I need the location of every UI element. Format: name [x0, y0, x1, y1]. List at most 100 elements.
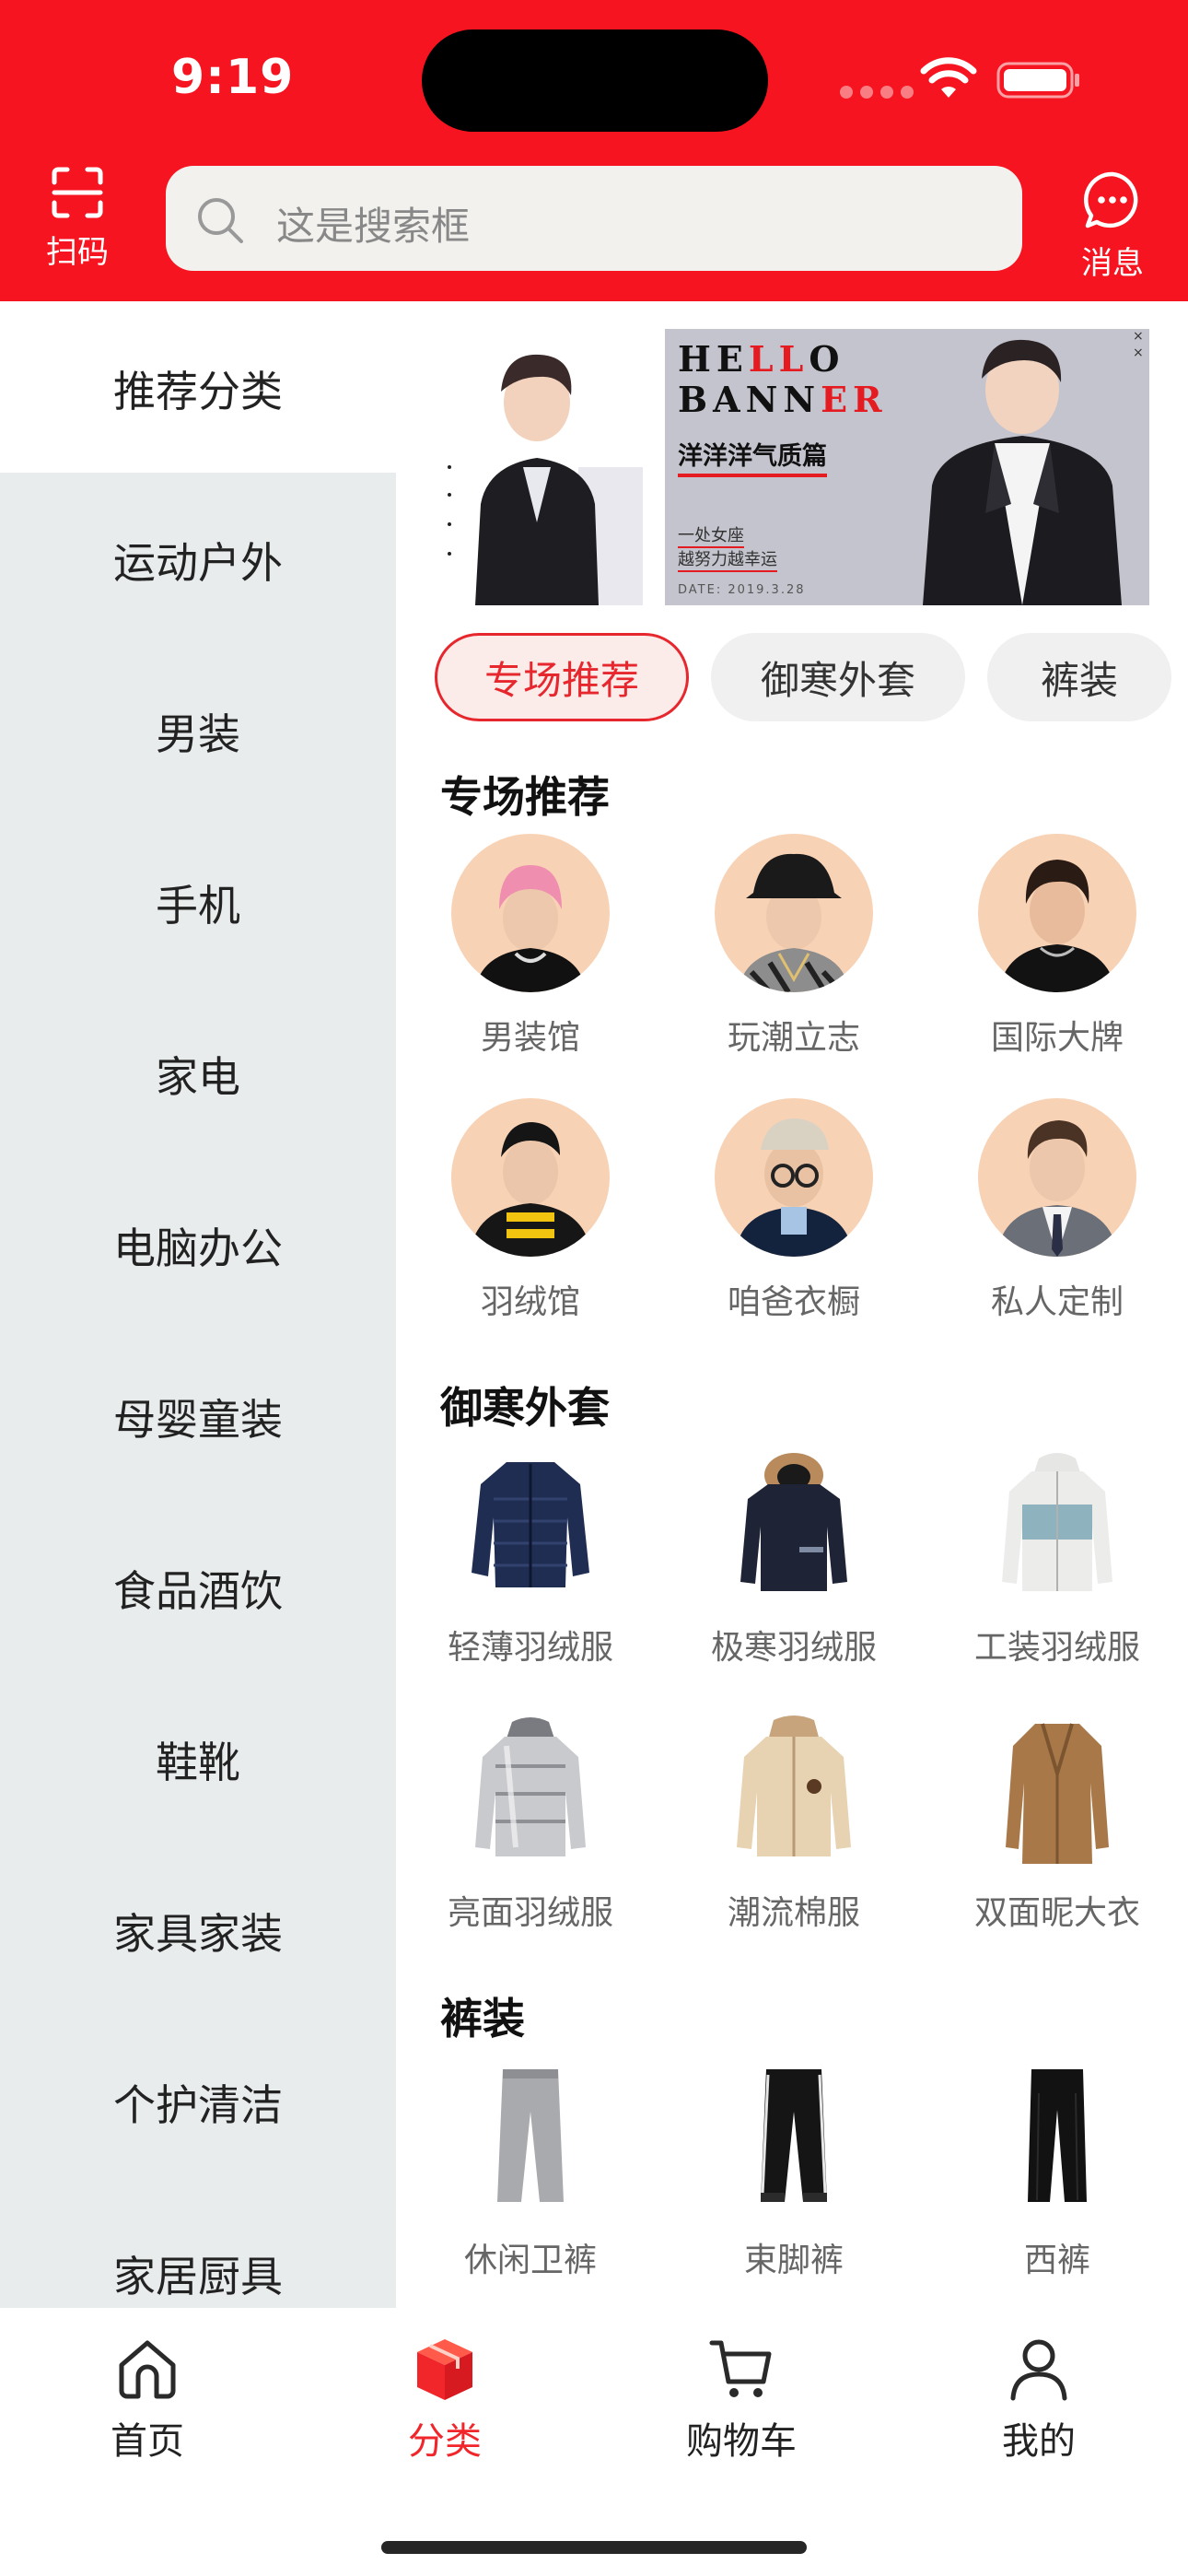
category-cube-icon: [417, 2339, 472, 2400]
wifi-icon: [920, 57, 977, 98]
top-header: 9:19 扫码 这是搜索框 消息: [0, 0, 1188, 301]
trendy-cotton-coat-image: [715, 1709, 873, 1868]
banner-banner-text: BANNER: [678, 379, 888, 420]
tab-label: 首页: [111, 2420, 184, 2463]
tile-label: 双面昵大衣: [973, 1894, 1140, 1932]
extreme-down-jacket-image: [715, 1444, 873, 1602]
jogger-pants-image: [715, 2056, 873, 2215]
banner-subtitle: 洋洋洋气质篇: [678, 436, 827, 477]
double-face-coat-image: [978, 1709, 1136, 1868]
menswear-hall-avatar: [451, 834, 610, 992]
cart-icon: [709, 2340, 772, 2397]
trendy-avatar: [715, 834, 873, 992]
product-tile[interactable]: 西裤: [926, 2056, 1188, 2281]
product-tile[interactable]: 双面昵大衣: [926, 1709, 1188, 1934]
section-title-special: 专场推荐: [440, 772, 610, 822]
tile-label: 极寒羽绒服: [710, 1629, 877, 1667]
sidebar-item-baby[interactable]: 母婴童装: [0, 1387, 396, 1447]
chip-special[interactable]: 专场推荐: [435, 633, 689, 721]
banner-model-right: ××: [923, 329, 1144, 605]
tile-label: 工装羽绒服: [973, 1629, 1140, 1667]
category-tile[interactable]: 男装馆: [399, 834, 662, 1059]
bottom-tab-bar: 首页 分类 购物车 我的: [0, 2308, 1188, 2576]
tile-label: 西裤: [1023, 2242, 1090, 2279]
glossy-down-jacket-image: [451, 1709, 610, 1868]
tab-cart[interactable]: 购物车: [649, 2334, 833, 2465]
chip-pants[interactable]: 裤装: [987, 633, 1171, 721]
banner-poster: HELLO BANNER 洋洋洋气质篇 一处女座 越努力越幸运 DATE: 20…: [665, 329, 1149, 605]
casual-sweatpants-image: [451, 2056, 610, 2215]
product-tile[interactable]: 工装羽绒服: [926, 1444, 1188, 1669]
category-tile[interactable]: 羽绒馆: [399, 1098, 662, 1323]
category-tile[interactable]: 国际大牌: [926, 834, 1188, 1059]
sidebar-item-furniture[interactable]: 家具家装: [0, 1901, 396, 1961]
home-icon: [119, 2340, 176, 2399]
intl-brand-avatar: [978, 834, 1136, 992]
section-title-winter-coats: 御寒外套: [440, 1383, 610, 1433]
product-tile[interactable]: 休闲卫裤: [399, 2056, 662, 2281]
user-icon: [1010, 2339, 1067, 2401]
message-button[interactable]: 消息: [1066, 170, 1159, 289]
product-tile[interactable]: 亮面羽绒服: [399, 1709, 662, 1934]
light-down-jacket-image: [451, 1444, 610, 1602]
custom-tailor-avatar: [978, 1098, 1136, 1257]
product-tile[interactable]: 极寒羽绒服: [662, 1444, 926, 1669]
message-icon: [1084, 171, 1138, 228]
home-indicator[interactable]: [381, 2541, 807, 2554]
sidebar-item-personal-care[interactable]: 个护清洁: [0, 2072, 396, 2133]
dynamic-island: [422, 29, 768, 132]
sidebar-item-shoes[interactable]: 鞋靴: [0, 1729, 396, 1790]
product-tile[interactable]: 潮流棉服: [662, 1709, 926, 1934]
banner-caption-2: 越努力越幸运: [678, 546, 777, 572]
sidebar-item-phones[interactable]: 手机: [0, 872, 396, 933]
sidebar-item-computers[interactable]: 电脑办公: [0, 1215, 396, 1276]
category-sidebar: 推荐分类 运动户外 男装 手机 家电 电脑办公 母婴童装 食品酒饮 鞋靴 家具家…: [0, 301, 396, 2308]
banner-hello-text: HELLO: [678, 338, 845, 380]
scan-label: 扫码: [46, 234, 109, 271]
scan-button[interactable]: 扫码: [31, 166, 123, 286]
tile-label: 咱爸衣橱: [727, 1283, 860, 1321]
search-input[interactable]: 这是搜索框: [166, 166, 1022, 271]
promo-banner[interactable]: HELLO BANNER 洋洋洋气质篇 一处女座 越努力越幸运 DATE: 20…: [440, 329, 1177, 605]
tab-category[interactable]: 分类: [353, 2334, 537, 2465]
sidebar-item-food[interactable]: 食品酒饮: [0, 1558, 396, 1619]
sidebar-item-kitchen[interactable]: 家居厨具: [0, 2243, 396, 2304]
status-time: 9:19: [171, 50, 295, 105]
product-tile[interactable]: 轻薄羽绒服: [399, 1444, 662, 1669]
tab-label: 分类: [408, 2420, 482, 2463]
sidebar-item-menswear[interactable]: 男装: [0, 701, 396, 762]
dads-closet-avatar: [715, 1098, 873, 1257]
category-tile[interactable]: 玩潮立志: [662, 834, 926, 1059]
banner-caption-1: 一处女座: [678, 522, 744, 548]
subcategory-chips: 专场推荐 御寒外套 裤装: [435, 633, 1188, 725]
tile-label: 轻薄羽绒服: [447, 1629, 613, 1667]
product-tile[interactable]: 束脚裤: [662, 2056, 926, 2281]
section-title-pants: 裤装: [440, 1994, 525, 2043]
down-hall-avatar: [451, 1098, 610, 1257]
category-tile[interactable]: 咱爸衣橱: [662, 1098, 926, 1323]
tile-label: 潮流棉服: [727, 1894, 860, 1932]
svg-text:×: ×: [1133, 329, 1144, 344]
sidebar-item-recommended[interactable]: 推荐分类: [0, 358, 396, 419]
tile-label: 羽绒馆: [480, 1283, 580, 1321]
search-placeholder: 这是搜索框: [276, 204, 471, 249]
chip-winter-coats[interactable]: 御寒外套: [711, 633, 965, 721]
tab-label: 购物车: [686, 2420, 797, 2463]
tile-label: 私人定制: [990, 1283, 1124, 1321]
battery-icon: [996, 62, 1079, 99]
tile-label: 束脚裤: [743, 2242, 844, 2279]
tile-label: 男装馆: [480, 1019, 580, 1057]
tile-label: 休闲卫裤: [463, 2242, 597, 2279]
cellular-signal-icon: [840, 86, 914, 99]
scan-icon: [52, 167, 103, 218]
sidebar-item-sports[interactable]: 运动户外: [0, 530, 396, 591]
message-label: 消息: [1081, 245, 1144, 282]
search-icon: [198, 198, 243, 243]
tab-home[interactable]: 首页: [55, 2334, 239, 2465]
sidebar-item-appliances[interactable]: 家电: [0, 1044, 396, 1105]
tab-label: 我的: [1002, 2420, 1076, 2463]
banner-date: DATE: 2019.3.28: [678, 583, 806, 597]
tab-profile[interactable]: 我的: [947, 2334, 1131, 2465]
tile-label: 玩潮立志: [727, 1019, 860, 1057]
category-tile[interactable]: 私人定制: [926, 1098, 1188, 1323]
